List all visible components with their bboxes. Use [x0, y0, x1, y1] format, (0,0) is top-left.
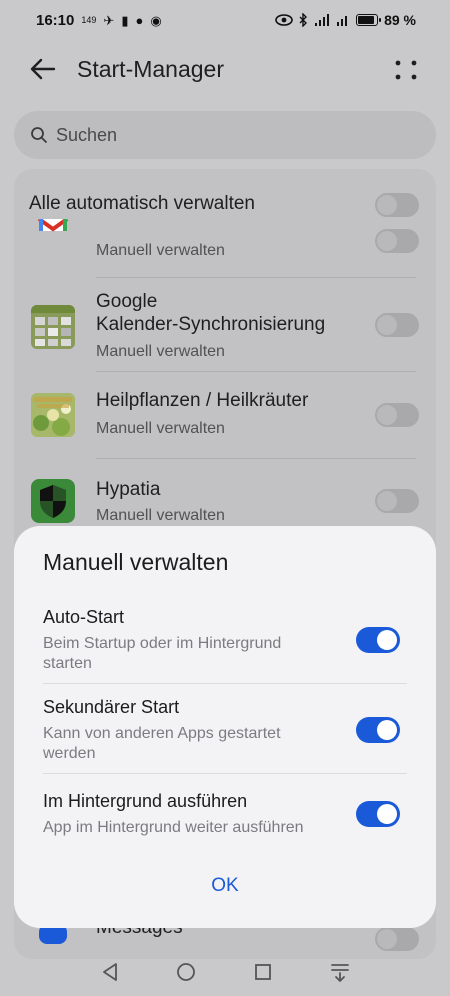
app-toggle[interactable] — [375, 229, 419, 253]
auto-start-toggle[interactable] — [356, 627, 400, 653]
more-options-icon[interactable] — [392, 56, 420, 84]
status-left: 16:10 149 ✈ ▮ ● ◉ — [36, 12, 162, 29]
option-run-in-background[interactable]: Im Hintergrund ausführen App im Hintergr… — [14, 791, 436, 845]
app-name-line1: Google — [96, 291, 158, 312]
status-bar: 16:10 149 ✈ ▮ ● ◉ 89 % — [0, 0, 450, 40]
herbs-icon — [31, 393, 75, 437]
app-name: Hypatia — [96, 479, 161, 500]
shield-icon — [31, 479, 75, 523]
gmail-icon — [31, 219, 75, 247]
page-title: Start-Manager — [77, 56, 225, 82]
recents-square-icon[interactable] — [251, 960, 275, 984]
list-item[interactable]: Google Kalender-Synchronisierung Manuell… — [14, 278, 436, 371]
secondary-start-toggle[interactable] — [356, 717, 400, 743]
list-item[interactable]: Manuell verwalten — [14, 219, 436, 279]
option-description: Beim Startup oder im Hintergrund starten — [43, 635, 282, 672]
list-item[interactable]: Heilpflanzen / Heilkräuter Manuell verwa… — [14, 372, 436, 458]
app-name: Heilpflanzen / Heilkräuter — [96, 390, 309, 411]
app-toggle[interactable] — [375, 489, 419, 513]
calendar-sync-icon — [31, 305, 75, 349]
option-title: Sekundärer Start — [43, 697, 180, 717]
auto-manage-all-toggle[interactable] — [375, 193, 419, 217]
notification-icon: ✈ — [103, 12, 115, 28]
app-toggle[interactable] — [375, 927, 419, 951]
auto-manage-all-row[interactable]: Alle automatisch verwalten — [14, 169, 436, 235]
facebook-icon: ● — [135, 12, 144, 28]
app-name-line2: Kalender-Synchronisierung — [96, 314, 326, 335]
battery-percent: 89 % — [384, 12, 416, 28]
option-secondary-start[interactable]: Sekundärer Start Kann von anderen Apps g… — [14, 697, 436, 771]
eye-icon — [275, 14, 293, 26]
dialog-title: Manuell verwalten — [43, 549, 229, 575]
list-item[interactable]: Hypatia Manuell verwalten — [14, 459, 436, 529]
app-status: Manuell verwalten — [96, 343, 225, 360]
option-title: Im Hintergrund ausführen — [43, 791, 248, 811]
search-icon — [31, 127, 47, 143]
signal-icon — [315, 14, 330, 26]
run-in-background-toggle[interactable] — [356, 801, 400, 827]
wifi-icon — [337, 16, 348, 26]
divider — [43, 683, 407, 684]
status-badge: 149 — [81, 15, 97, 25]
app-status: Manuell verwalten — [96, 242, 225, 259]
status-right: 89 % — [275, 12, 416, 28]
home-circle-icon[interactable] — [174, 960, 198, 984]
search-input[interactable] — [56, 124, 396, 146]
app-toggle[interactable] — [375, 313, 419, 337]
app-bar: Start-Manager — [0, 44, 450, 96]
option-auto-start[interactable]: Auto-Start Beim Startup oder im Hintergr… — [14, 607, 436, 681]
back-triangle-icon[interactable] — [98, 960, 122, 984]
divider — [43, 773, 407, 774]
auto-manage-all-label: Alle automatisch verwalten — [29, 193, 255, 214]
bluetooth-icon — [299, 13, 308, 27]
option-description: App im Hintergrund weiter ausführen — [43, 819, 304, 836]
app-status: Manuell verwalten — [96, 420, 225, 437]
cup-icon: ▮ — [121, 12, 129, 28]
manual-manage-dialog: Manuell verwalten Auto-Start Beim Startu… — [14, 526, 436, 928]
option-title: Auto-Start — [43, 607, 125, 627]
back-arrow-icon[interactable] — [28, 54, 58, 84]
option-description: Kann von anderen Apps gestartet werden — [43, 725, 281, 762]
app-toggle[interactable] — [375, 403, 419, 427]
notification-pulldown-icon[interactable] — [328, 960, 352, 984]
status-time: 16:10 — [36, 11, 75, 29]
whatsapp-icon: ◉ — [150, 12, 162, 28]
ok-button[interactable]: OK — [185, 871, 265, 901]
system-nav-bar — [0, 950, 450, 996]
app-status: Manuell verwalten — [96, 507, 225, 524]
battery-icon — [356, 14, 382, 26]
search-bar[interactable] — [14, 111, 436, 159]
